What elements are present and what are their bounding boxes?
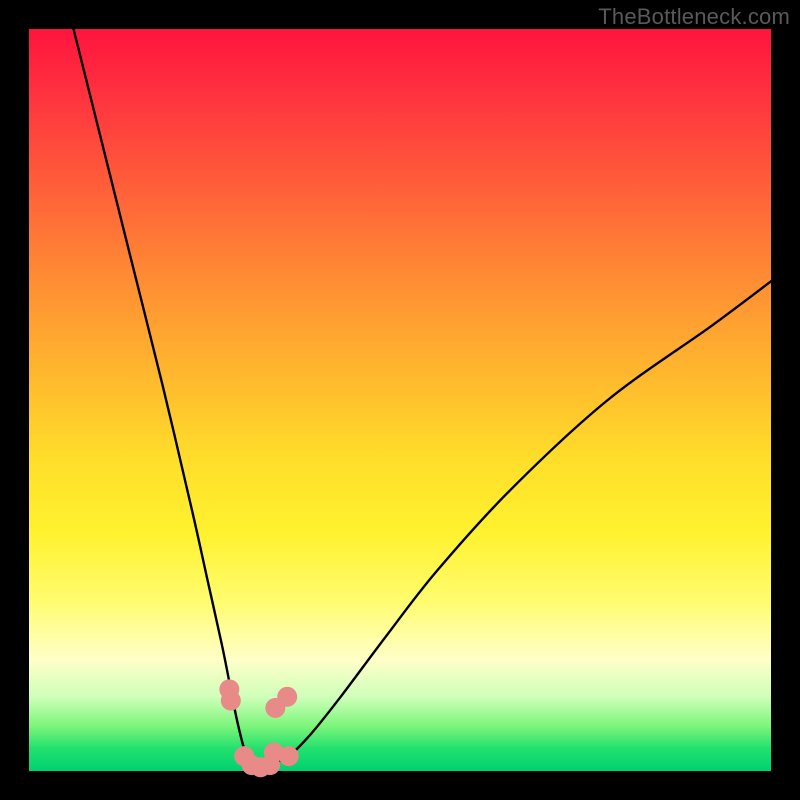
watermark-text: TheBottleneck.com <box>598 4 790 30</box>
highlight-point <box>221 691 241 711</box>
chart-svg <box>29 29 771 771</box>
highlight-points <box>219 679 298 777</box>
highlight-point <box>279 746 299 766</box>
chart-frame: TheBottleneck.com <box>0 0 800 800</box>
chart-plot-area <box>29 29 771 771</box>
bottleneck-curve <box>74 29 771 772</box>
highlight-point <box>277 687 297 707</box>
